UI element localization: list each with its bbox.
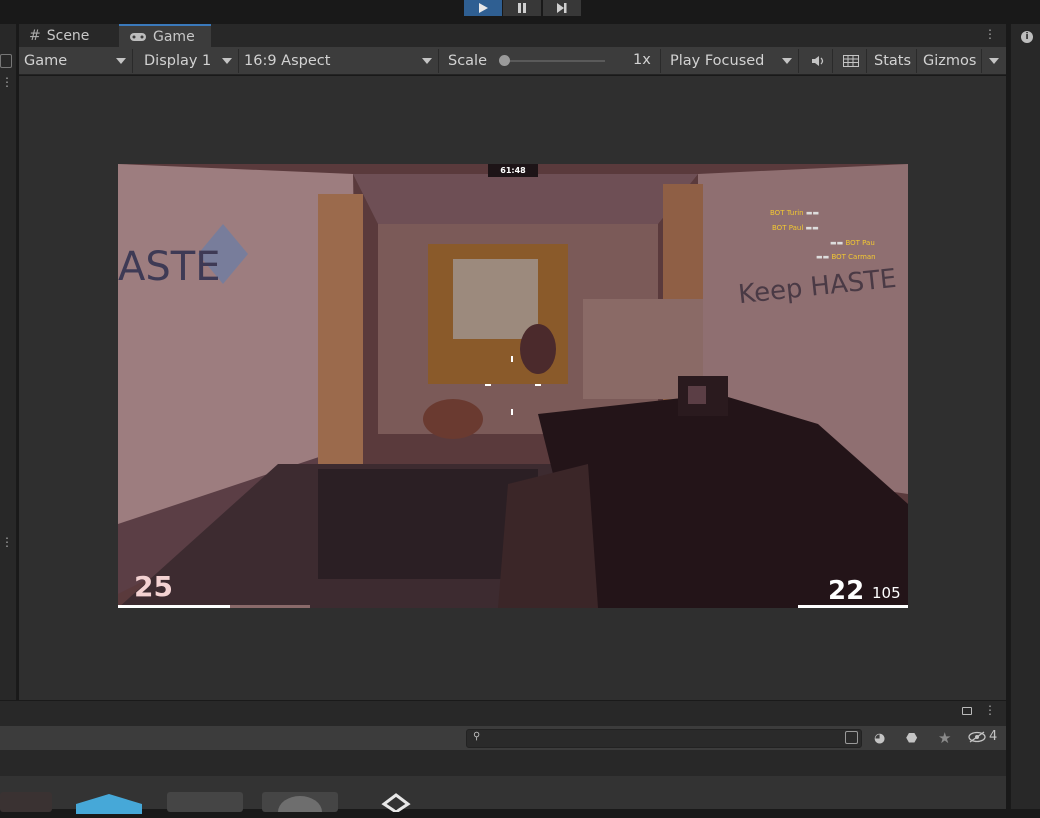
chevron-down-icon xyxy=(989,58,999,64)
tab-game-label: Game xyxy=(153,28,195,45)
chevron-down-icon xyxy=(422,58,432,64)
scale-label: Scale xyxy=(448,53,488,69)
pause-button[interactable] xyxy=(503,0,541,16)
filter-by-type-icon[interactable]: ◕ xyxy=(874,731,885,746)
stats-label: Stats xyxy=(874,53,912,69)
ammo-clip-value: 22 xyxy=(828,576,865,606)
eye-slash-icon xyxy=(968,730,986,743)
display-dropdown-label: Display 1 xyxy=(144,53,212,69)
stats-grid-button[interactable] xyxy=(835,49,867,73)
left-panel-edge: ⋮ ⋮ xyxy=(0,24,17,700)
scale-slider[interactable] xyxy=(503,60,605,62)
killfeed-player: BOT Turin xyxy=(770,209,804,217)
more-options-icon[interactable]: ⋮ xyxy=(983,704,997,716)
maximize-icon[interactable] xyxy=(0,54,12,68)
rifle-icon: ▬▬ xyxy=(805,224,819,232)
gizmos-dropdown[interactable] xyxy=(983,49,1005,73)
tab-scene-label: Scene xyxy=(46,27,90,44)
step-icon xyxy=(557,3,567,13)
hidden-packages-toggle[interactable]: 4 xyxy=(968,729,997,744)
asset-thumbnail[interactable] xyxy=(0,792,52,812)
aspect-dropdown-label: 16:9 Aspect xyxy=(244,53,331,69)
scale-slider-thumb[interactable] xyxy=(499,55,510,66)
gizmos-button[interactable]: Gizmos xyxy=(918,49,982,73)
play-mode-label: Play Focused xyxy=(670,53,765,69)
asset-thumbnails xyxy=(0,776,1006,818)
gizmos-label: Gizmos xyxy=(923,53,977,69)
chevron-down-icon xyxy=(116,58,126,64)
filter-by-label-icon[interactable]: ⬣ xyxy=(906,731,917,746)
rifle-icon: ▬▬ xyxy=(816,253,832,261)
unity-logo-icon[interactable] xyxy=(368,792,428,814)
search-input[interactable] xyxy=(487,731,837,746)
asset-thumbnail[interactable] xyxy=(167,792,243,812)
top-toolbar xyxy=(0,0,1040,24)
play-mode-dropdown[interactable]: Play Focused xyxy=(665,49,799,73)
aspect-dropdown[interactable]: 16:9 Aspect xyxy=(239,49,439,73)
view-dropdown-label: Game xyxy=(24,53,68,69)
favorites-star-icon[interactable]: ★ xyxy=(938,729,951,747)
killfeed-player: BOT Pau xyxy=(845,239,875,247)
scale-control: Scale 1x xyxy=(443,49,661,73)
asset-thumbnail[interactable] xyxy=(76,794,142,814)
rifle-icon: ▬▬ xyxy=(830,239,846,247)
display-dropdown[interactable]: Display 1 xyxy=(139,49,239,73)
chevron-down-icon xyxy=(222,58,232,64)
step-button[interactable] xyxy=(543,0,581,16)
search-mode-icon[interactable] xyxy=(845,731,858,744)
health-value: 25 xyxy=(134,570,173,603)
asset-thumbnail[interactable] xyxy=(262,792,338,818)
keyboard-icon xyxy=(842,55,859,67)
killfeed-entry: BOT Turin ▬▬ xyxy=(770,209,908,217)
match-timer: 61:48 xyxy=(488,164,538,177)
hash-icon: # xyxy=(29,27,41,44)
wall-logo-text: ASTE xyxy=(118,244,221,290)
killfeed-entry: ▬▬ BOT Carman xyxy=(816,253,908,261)
tab-game[interactable]: Game xyxy=(119,24,211,47)
view-dropdown[interactable]: Game xyxy=(19,49,133,73)
lock-icon[interactable] xyxy=(962,707,972,715)
ammo-reserve-value: 105 xyxy=(872,584,901,602)
play-button[interactable] xyxy=(464,0,502,16)
match-timer-text: 61:48 xyxy=(500,166,526,175)
game-view-toolbar: Game Display 1 16:9 Aspect Scale 1x Play… xyxy=(19,47,1006,75)
game-render-image[interactable]: 61:48 ASTE Keep HASTE BOT Turin ▬▬ BOT P… xyxy=(118,164,908,608)
speaker-icon xyxy=(811,56,823,66)
gamepad-icon xyxy=(130,32,146,41)
inspector-panel-edge: i xyxy=(1010,24,1040,809)
more-options-icon[interactable]: ⋮ xyxy=(0,536,14,548)
stats-button[interactable]: Stats xyxy=(869,49,917,73)
more-options-icon[interactable]: ⋮ xyxy=(983,28,997,40)
info-icon[interactable]: i xyxy=(1021,31,1033,43)
search-icon: ⚲ xyxy=(473,731,481,742)
pause-icon xyxy=(518,3,526,13)
game-view-tabbar: # Scene Game ⋮ xyxy=(19,24,1006,47)
killfeed-player: BOT Paul xyxy=(772,224,804,232)
mute-audio-button[interactable] xyxy=(805,49,833,73)
rifle-icon: ▬▬ xyxy=(805,209,820,217)
killfeed-entry: ▬▬ BOT Pau xyxy=(830,239,908,247)
more-options-icon[interactable]: ⋮ xyxy=(0,76,14,88)
killfeed-player: BOT Carman xyxy=(831,253,876,261)
play-icon xyxy=(479,3,488,13)
hidden-count: 4 xyxy=(989,729,998,744)
tab-scene[interactable]: # Scene xyxy=(19,24,99,47)
scale-value: 1x xyxy=(633,52,651,68)
killfeed-entry: BOT Paul ▬▬ xyxy=(772,224,908,232)
project-search[interactable]: ⚲ xyxy=(466,729,862,748)
chevron-down-icon xyxy=(782,58,792,64)
